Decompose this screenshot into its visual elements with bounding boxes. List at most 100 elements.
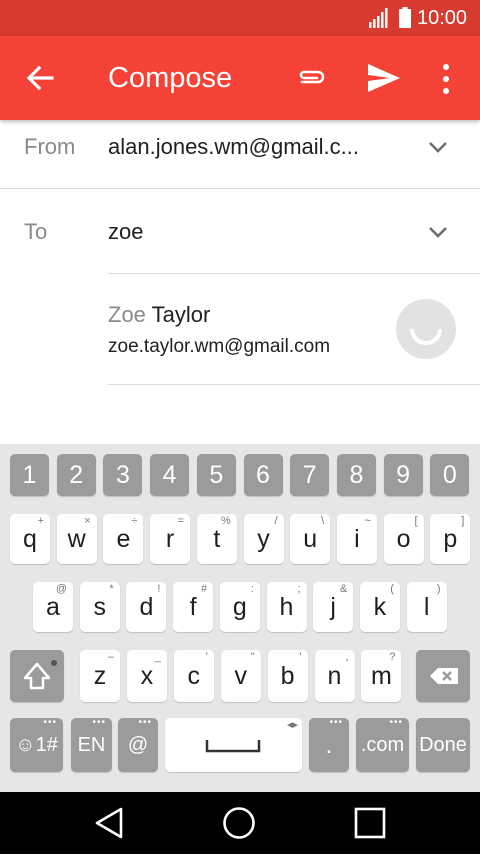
period-key[interactable]: ••• . [309,718,349,772]
to-input[interactable]: zoe [108,219,143,245]
key-label: q [23,525,37,553]
from-field[interactable]: alan.jones.wm@gmail.c... [108,134,359,160]
more-vert-icon[interactable] [434,62,458,96]
chevron-down-icon[interactable] [424,137,452,157]
key-label: o [396,525,411,553]
key-q[interactable]: q + [10,514,50,564]
key-hint: ] [461,515,465,527]
key-p[interactable]: p] [430,514,471,564]
key-u[interactable]: u \ [290,514,331,564]
at-key-label: @ [127,734,149,756]
number-key-6[interactable]: 6 [243,454,283,496]
key-hint: * [109,583,114,595]
nav-home-icon[interactable] [222,806,256,840]
done-key[interactable]: Done [416,718,470,772]
key-i[interactable]: i ~ [336,514,377,564]
key-dots: ••• [389,717,403,728]
key-dots: ••• [92,717,106,728]
key-a[interactable]: a @ [33,582,73,632]
backspace-key[interactable] [416,650,470,702]
key-c[interactable]: c ' [173,650,214,702]
number-key-9[interactable]: 9 [383,454,423,496]
key-hint: ' [205,651,208,663]
key-t[interactable]: t% [196,514,237,564]
key-label: h [279,593,294,621]
number-key-7[interactable]: 7 [290,454,330,496]
key-label: 9 [396,461,411,489]
key-label: 2 [69,461,84,489]
number-key-5[interactable]: 5 [196,454,236,496]
key-j[interactable]: j & [313,582,354,632]
app-bar: Compose [0,36,480,120]
key-hint: ? [389,651,396,663]
key-hint: / [274,515,278,527]
number-key-1[interactable]: 1 [10,454,49,496]
keyboard: ••• ☺1# ••• EN ••• @ ◂▸ ••• . ••• .com D… [0,444,480,792]
key-l[interactable]: l) [406,582,447,632]
key-h[interactable]: h; [266,582,307,632]
key-hint: ÷ [131,515,138,527]
key-label: g [232,593,247,621]
done-key-label: Done [419,734,467,756]
key-m[interactable]: m? [361,650,402,702]
key-k[interactable]: k( [359,582,400,632]
key-o[interactable]: o[ [383,514,424,564]
key-label: s [93,593,106,621]
battery-icon [399,7,411,28]
language-key[interactable]: ••• EN [71,718,112,772]
key-b[interactable]: b ' [267,650,308,702]
number-key-4[interactable]: 4 [150,454,190,496]
key-label: l [423,593,430,621]
nav-back-icon[interactable] [93,806,125,840]
key-d[interactable]: d! [126,582,167,632]
key-label: n [327,662,342,690]
key-n[interactable]: n, [314,650,355,702]
dot-com-key[interactable]: ••• .com [356,718,409,772]
key-s[interactable]: s * [79,582,120,632]
navigation-bar [0,792,480,854]
key-label: u [303,525,318,553]
attach-icon[interactable] [294,62,328,96]
key-e[interactable]: e ÷ [103,514,144,564]
number-key-2[interactable]: 2 [56,454,96,496]
key-label: e [116,525,131,553]
key-x[interactable]: x _ [126,650,167,702]
suggestion-name-rest: Taylor [145,302,211,327]
key-hint: % [221,515,231,527]
chevron-down-icon[interactable] [424,222,452,242]
divider [108,384,480,385]
key-dots: ••• [43,717,57,728]
arrow-back-icon[interactable] [24,62,56,94]
shift-key[interactable] [10,650,64,702]
key-hint: ) [436,583,441,595]
key-label: 1 [22,461,37,489]
key-hint: × [84,515,91,527]
number-key-3[interactable]: 3 [103,454,143,496]
key-g[interactable]: g: [219,582,260,632]
key-label: a [46,593,60,621]
key-label: c [187,662,201,690]
key-r[interactable]: r = [150,514,191,564]
key-z[interactable]: z – [80,650,120,702]
key-label: 4 [162,461,177,489]
space-key[interactable]: ◂▸ [165,718,302,772]
number-key-8[interactable]: 8 [336,454,376,496]
nav-recents-icon[interactable] [354,807,386,839]
at-key[interactable]: ••• @ [118,718,158,772]
number-key-0[interactable]: 0 [430,454,470,496]
key-f[interactable]: f # [173,582,214,632]
key-hint: ' [299,651,302,663]
language-key-label: EN [77,734,106,756]
backspace-icon [430,668,458,684]
emoji-key[interactable]: ••• ☺1# [10,718,63,772]
key-hint: # [200,583,208,595]
key-v[interactable]: v " [220,650,261,702]
key-hint: & [339,583,348,595]
key-hint: + [37,515,44,527]
signal-icon [369,8,388,28]
key-y[interactable]: y / [243,514,284,564]
key-w[interactable]: w × [56,514,97,564]
suggestion-name: Zoe Taylor [108,302,210,328]
send-icon[interactable] [366,60,402,96]
key-label: p [443,525,458,553]
